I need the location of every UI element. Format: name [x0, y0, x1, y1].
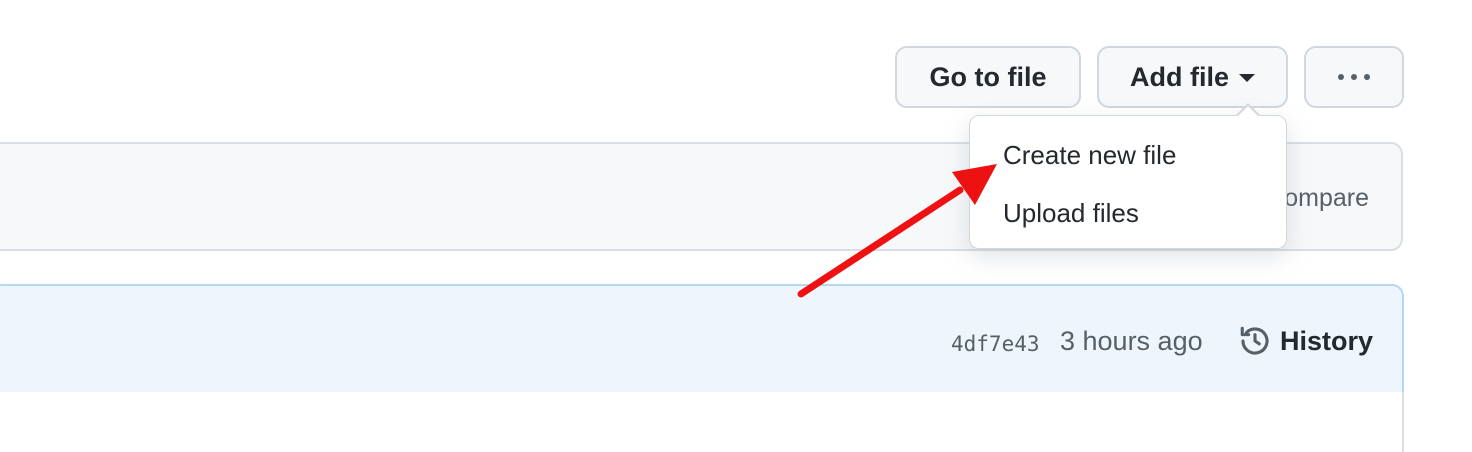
- create-new-file-menu-item[interactable]: Create new file: [1003, 140, 1176, 171]
- caret-down-icon: [1239, 74, 1255, 82]
- add-file-label: Add file: [1130, 61, 1229, 92]
- history-link[interactable]: History: [1238, 324, 1373, 358]
- go-to-file-button[interactable]: Go to file: [895, 46, 1081, 108]
- latest-commit-bar: 4df7e43 3 hours ago History: [0, 284, 1404, 394]
- file-list-box: [0, 392, 1404, 452]
- kebab-horizontal-icon: [1338, 74, 1370, 80]
- compare-link[interactable]: ompare: [1284, 184, 1369, 213]
- commit-hash-link[interactable]: 4df7e43: [951, 332, 1040, 356]
- more-options-button[interactable]: [1304, 46, 1404, 108]
- dropdown-pointer-fill: [1238, 106, 1258, 116]
- add-file-dropdown-menu: Create new file Upload files: [969, 115, 1287, 249]
- history-label: History: [1280, 325, 1374, 356]
- go-to-file-label: Go to file: [929, 61, 1047, 92]
- upload-files-menu-item[interactable]: Upload files: [1003, 198, 1139, 229]
- add-file-button[interactable]: Add file: [1097, 46, 1288, 108]
- history-icon: [1240, 326, 1269, 355]
- commit-time: 3 hours ago: [1060, 326, 1203, 356]
